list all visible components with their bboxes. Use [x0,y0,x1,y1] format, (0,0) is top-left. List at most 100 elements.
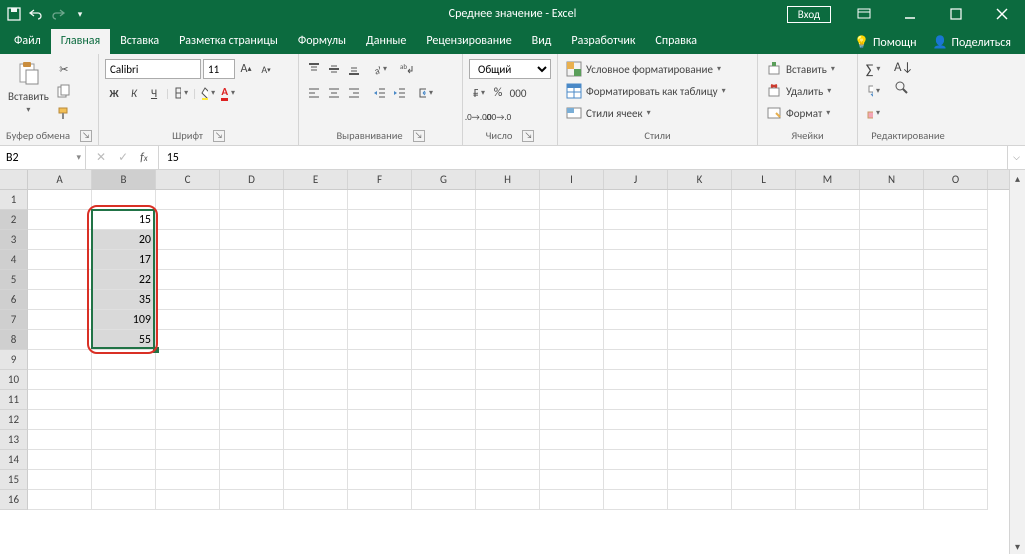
format-as-table-button[interactable]: Форматировать как таблицу▾ [564,80,751,102]
cell[interactable] [92,350,156,370]
cell[interactable] [92,490,156,510]
tab-formulas[interactable]: Формулы [288,29,356,54]
col-header-H[interactable]: H [476,170,540,189]
cell[interactable] [540,230,604,250]
cell[interactable] [732,210,796,230]
cell[interactable] [348,490,412,510]
cell[interactable] [28,270,92,290]
cell[interactable] [668,310,732,330]
cell[interactable]: 15 [92,210,156,230]
cell[interactable] [284,350,348,370]
col-header-L[interactable]: L [732,170,796,189]
cell[interactable] [540,350,604,370]
cell[interactable] [860,190,924,210]
cell[interactable] [924,250,988,270]
cell[interactable] [732,410,796,430]
cell[interactable] [860,450,924,470]
cell[interactable] [284,230,348,250]
minimize-icon[interactable] [887,0,933,28]
cell[interactable] [732,230,796,250]
cell[interactable] [412,490,476,510]
cell[interactable] [28,370,92,390]
cell[interactable] [476,390,540,410]
cell[interactable] [92,390,156,410]
cell[interactable] [668,370,732,390]
cell[interactable] [412,430,476,450]
delete-cells-button[interactable]: Удалить▾ [764,80,851,102]
cell[interactable] [348,250,412,270]
cell[interactable] [220,210,284,230]
cell[interactable] [668,410,732,430]
increase-indent-icon[interactable] [391,84,409,102]
font-size-input[interactable] [203,59,235,79]
cell[interactable] [540,250,604,270]
cell[interactable] [732,190,796,210]
cell[interactable] [28,450,92,470]
cell[interactable] [604,210,668,230]
cell[interactable] [348,470,412,490]
cell[interactable] [796,210,860,230]
cell[interactable] [604,270,668,290]
ribbon-display-icon[interactable] [841,0,887,28]
cell[interactable] [924,490,988,510]
cancel-formula-icon[interactable]: ✕ [96,150,106,165]
font-name-input[interactable] [105,59,201,79]
cell[interactable] [924,350,988,370]
cell[interactable] [732,430,796,450]
cell[interactable] [796,350,860,370]
cell[interactable] [924,210,988,230]
cell[interactable] [156,210,220,230]
accounting-format-icon[interactable]: ₽ [469,84,487,102]
cell[interactable] [668,250,732,270]
cell[interactable] [348,310,412,330]
align-bottom-icon[interactable] [345,60,363,78]
cell[interactable] [924,190,988,210]
cell[interactable] [540,470,604,490]
cell[interactable] [668,390,732,410]
row-header[interactable]: 3 [0,230,28,250]
cell[interactable]: 55 [92,330,156,350]
cell[interactable] [668,290,732,310]
align-center-icon[interactable] [325,84,343,102]
col-header-N[interactable]: N [860,170,924,189]
cell[interactable] [28,470,92,490]
cell[interactable] [604,470,668,490]
number-format-select[interactable]: Общий [469,59,551,79]
cell[interactable] [284,370,348,390]
cell[interactable] [28,290,92,310]
cell[interactable] [732,470,796,490]
cell[interactable] [220,410,284,430]
cell[interactable]: 20 [92,230,156,250]
cell[interactable] [284,330,348,350]
cell[interactable] [924,370,988,390]
tab-review[interactable]: Рецензирование [416,29,521,54]
cell[interactable] [348,350,412,370]
cell[interactable] [860,410,924,430]
cell[interactable] [412,210,476,230]
cell[interactable] [796,290,860,310]
expand-formula-bar-icon[interactable]: ⌵ [1007,146,1025,169]
cell[interactable] [156,250,220,270]
cell[interactable] [860,370,924,390]
cell[interactable] [412,470,476,490]
cell[interactable] [732,490,796,510]
cell[interactable] [28,210,92,230]
share-button[interactable]: 👤Поделиться [927,31,1017,54]
cell[interactable] [476,290,540,310]
increase-font-icon[interactable]: A▴ [237,60,255,78]
conditional-formatting-button[interactable]: Условное форматирование▾ [564,58,751,80]
cell[interactable] [284,310,348,330]
col-header-J[interactable]: J [604,170,668,189]
cell[interactable] [540,290,604,310]
borders-icon[interactable] [172,84,190,102]
cell[interactable] [796,390,860,410]
cell[interactable] [668,470,732,490]
sort-filter-button[interactable]: A↓ [892,58,912,78]
row-header[interactable]: 11 [0,390,28,410]
col-header-F[interactable]: F [348,170,412,189]
formula-input[interactable] [165,150,1001,166]
row-header[interactable]: 6 [0,290,28,310]
cell[interactable] [604,250,668,270]
cell[interactable] [284,430,348,450]
cell[interactable] [668,490,732,510]
